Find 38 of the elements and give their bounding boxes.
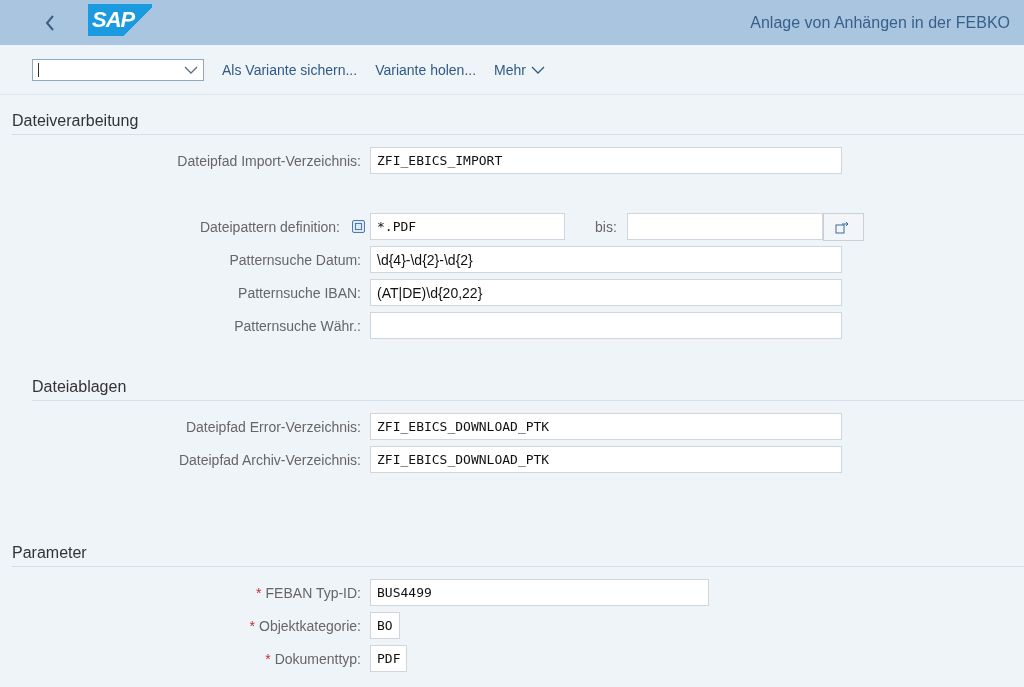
input-field[interactable]: [626, 213, 823, 240]
field-label: Patternsuche Datum:: [229, 251, 361, 268]
input-field[interactable]: BO: [370, 612, 400, 639]
multiple-selection-button[interactable]: [822, 212, 864, 241]
field-label: FEBAN Typ-ID:: [265, 584, 361, 601]
toolbar-action[interactable]: Als Variante sichern...: [220, 57, 360, 82]
required-mark: *: [256, 584, 262, 601]
multiple-selection-icon[interactable]: [352, 219, 365, 233]
input-field[interactable]: [370, 312, 842, 339]
input-field[interactable]: ZFI_EBICS_IMPORT: [370, 147, 842, 174]
variant-dropdown[interactable]: [32, 58, 204, 81]
page-title: Anlage von Anhängen in der FEBKO: [750, 13, 1010, 32]
more-menu-button[interactable]: Mehr: [492, 57, 547, 82]
field-label: Dateipfad Archiv-Verzeichnis:: [178, 451, 361, 468]
field-label: Objektkategorie:: [259, 617, 361, 634]
input-field[interactable]: *.PDF: [370, 213, 565, 240]
field-label: Dateipfad Error-Verzeichnis:: [185, 418, 361, 435]
field-label: Dateipattern definition:: [199, 218, 340, 235]
field-label: bis:: [595, 218, 617, 235]
input-field[interactable]: PDF: [370, 645, 408, 672]
field-label: Patternsuche Währ.:: [234, 317, 361, 334]
toolbar-action[interactable]: Variante holen...: [373, 57, 479, 82]
required-mark: *: [265, 650, 271, 667]
section-title: Dateiablagen: [32, 378, 1024, 401]
section-title: Parameter: [12, 544, 1024, 567]
input-field[interactable]: ZFI_EBICS_DOWNLOAD_PTK: [370, 413, 842, 440]
logo: SAP: [88, 4, 152, 36]
chevron-down-icon: [530, 65, 545, 74]
field-label: Dokumenttyp:: [274, 650, 361, 667]
section-title: Dateiverarbeitung: [12, 112, 1024, 135]
input-field[interactable]: BUS4499: [370, 579, 709, 606]
input-field[interactable]: (AT|DE)\d{20,22}: [370, 279, 842, 306]
input-field[interactable]: \d{4}-\d{2}-\d{2}: [370, 246, 842, 273]
field-label: Dateipfad Import-Verzeichnis:: [177, 152, 361, 169]
field-label: Patternsuche IBAN:: [238, 284, 361, 301]
input-field[interactable]: ZFI_EBICS_DOWNLOAD_PTK: [370, 446, 842, 473]
chevron-down-icon: [184, 65, 198, 74]
required-mark: *: [249, 617, 256, 634]
